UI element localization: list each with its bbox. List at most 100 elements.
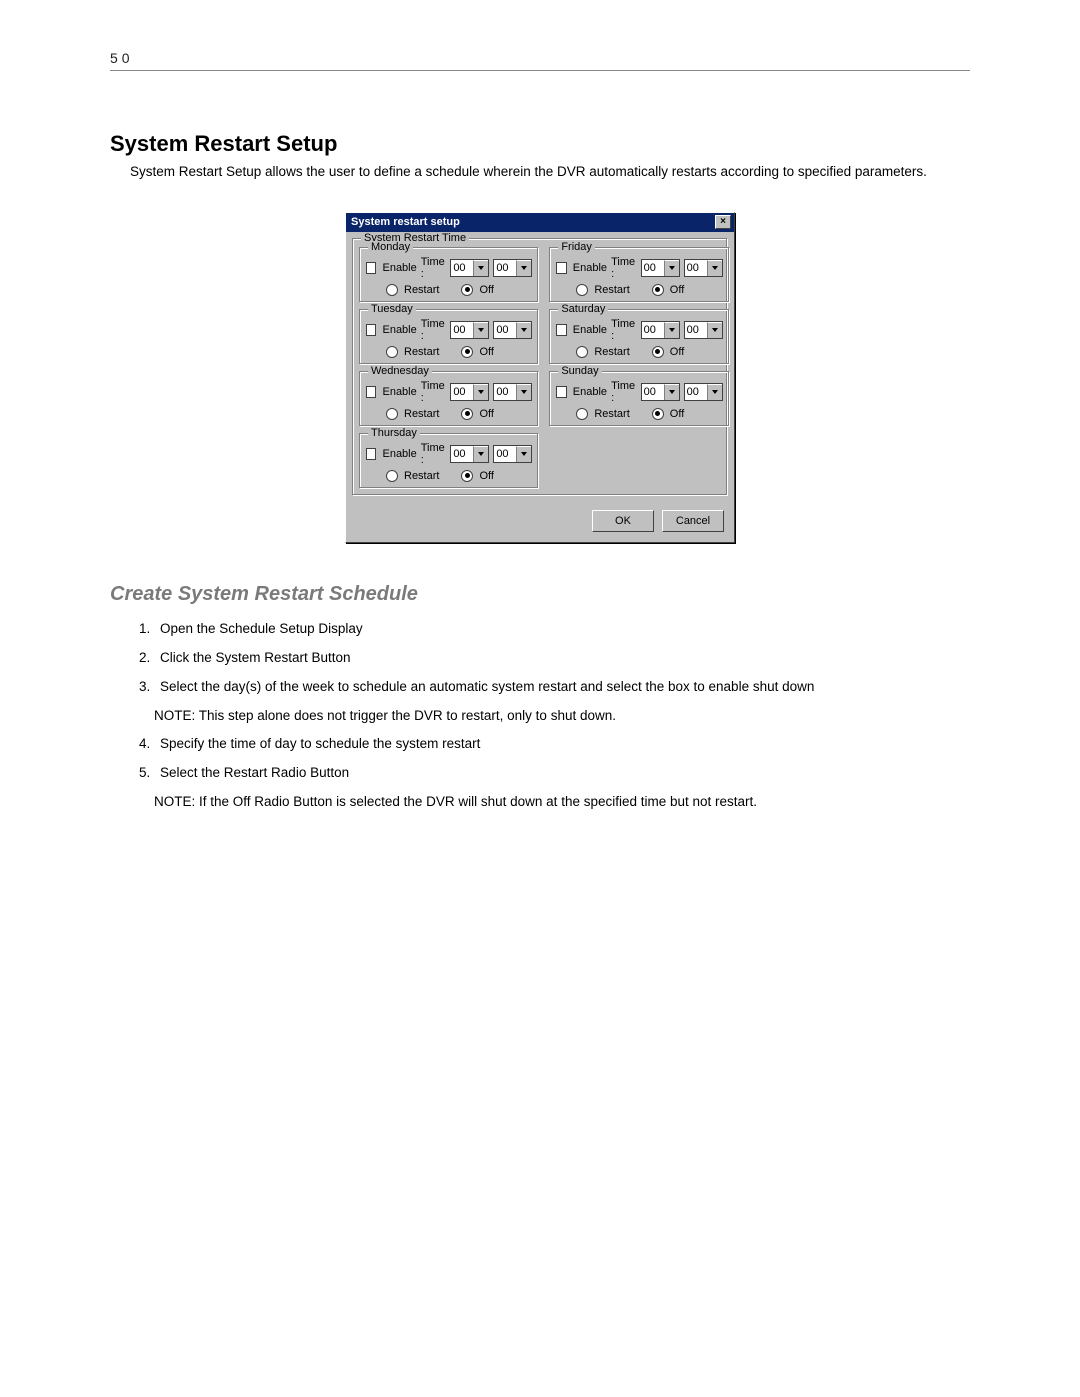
step-5: Select the Restart Radio Button bbox=[154, 764, 970, 783]
cancel-button[interactable]: Cancel bbox=[662, 510, 724, 532]
saturday-minute-select[interactable]: 00 bbox=[684, 321, 723, 339]
friday-off-label: Off bbox=[670, 284, 684, 296]
saturday-enable-checkbox[interactable] bbox=[556, 324, 566, 336]
day-thursday: Thursday Enable Time : 00 00 Restart bbox=[359, 433, 539, 489]
sunday-minute-select[interactable]: 00 bbox=[684, 383, 723, 401]
tuesday-time-label: Time : bbox=[421, 318, 447, 342]
wednesday-restart-radio[interactable] bbox=[386, 408, 398, 420]
monday-minute-select[interactable]: 00 bbox=[493, 259, 532, 277]
wednesday-minute-select[interactable]: 00 bbox=[493, 383, 532, 401]
sunday-off-label: Off bbox=[670, 408, 684, 420]
wednesday-hour-value: 00 bbox=[451, 384, 473, 400]
friday-restart-radio[interactable] bbox=[576, 284, 588, 296]
step-4: Specify the time of day to schedule the … bbox=[154, 735, 970, 754]
saturday-enable-label: Enable bbox=[573, 324, 607, 336]
page-number: 50 bbox=[110, 50, 970, 66]
wednesday-off-radio[interactable] bbox=[461, 408, 473, 420]
chevron-down-icon bbox=[664, 384, 679, 400]
step-1: Open the Schedule Setup Display bbox=[154, 620, 970, 639]
wednesday-hour-select[interactable]: 00 bbox=[450, 383, 489, 401]
dialog-titlebar: System restart setup × bbox=[346, 213, 734, 232]
thursday-restart-radio[interactable] bbox=[386, 470, 398, 482]
saturday-time-label: Time : bbox=[611, 318, 637, 342]
friday-enable-label: Enable bbox=[573, 262, 607, 274]
thursday-enable-label: Enable bbox=[382, 448, 416, 460]
sunday-time-label: Time : bbox=[611, 380, 637, 404]
thursday-off-radio[interactable] bbox=[461, 470, 473, 482]
chevron-down-icon bbox=[664, 260, 679, 276]
wednesday-enable-checkbox[interactable] bbox=[366, 386, 376, 398]
day-friday-legend: Friday bbox=[558, 241, 595, 253]
saturday-restart-label: Restart bbox=[594, 346, 629, 358]
tuesday-hour-select[interactable]: 00 bbox=[450, 321, 489, 339]
section-title: System Restart Setup bbox=[110, 131, 970, 157]
thursday-off-label: Off bbox=[479, 470, 493, 482]
thursday-hour-select[interactable]: 00 bbox=[450, 445, 489, 463]
step-3: Select the day(s) of the week to schedul… bbox=[154, 678, 970, 697]
sunday-restart-label: Restart bbox=[594, 408, 629, 420]
chevron-down-icon bbox=[473, 322, 488, 338]
ok-button[interactable]: OK bbox=[592, 510, 654, 532]
dialog-title: System restart setup bbox=[351, 216, 460, 228]
monday-restart-radio[interactable] bbox=[386, 284, 398, 296]
chevron-down-icon bbox=[707, 260, 722, 276]
tuesday-minute-select[interactable]: 00 bbox=[493, 321, 532, 339]
friday-hour-value: 00 bbox=[642, 260, 664, 276]
thursday-minute-value: 00 bbox=[494, 446, 516, 462]
sunday-enable-label: Enable bbox=[573, 386, 607, 398]
intro-text: System Restart Setup allows the user to … bbox=[130, 163, 970, 182]
thursday-enable-checkbox[interactable] bbox=[366, 448, 376, 460]
sunday-enable-checkbox[interactable] bbox=[556, 386, 566, 398]
note-2: NOTE: If the Off Radio Button is selecte… bbox=[154, 793, 970, 812]
saturday-hour-select[interactable]: 00 bbox=[641, 321, 680, 339]
friday-time-label: Time : bbox=[611, 256, 637, 280]
thursday-minute-select[interactable]: 00 bbox=[493, 445, 532, 463]
friday-off-radio[interactable] bbox=[652, 284, 664, 296]
tuesday-hour-value: 00 bbox=[451, 322, 473, 338]
close-button[interactable]: × bbox=[715, 215, 731, 229]
tuesday-minute-value: 00 bbox=[494, 322, 516, 338]
saturday-off-radio[interactable] bbox=[652, 346, 664, 358]
saturday-restart-radio[interactable] bbox=[576, 346, 588, 358]
day-saturday: Saturday Enable Time : 00 00 Restart bbox=[549, 309, 729, 365]
tuesday-off-label: Off bbox=[479, 346, 493, 358]
saturday-minute-value: 00 bbox=[685, 322, 707, 338]
day-tuesday: Tuesday Enable Time : 00 00 Restart bbox=[359, 309, 539, 365]
day-thursday-legend: Thursday bbox=[368, 427, 420, 439]
chevron-down-icon bbox=[473, 446, 488, 462]
monday-hour-select[interactable]: 00 bbox=[450, 259, 489, 277]
sunday-restart-radio[interactable] bbox=[576, 408, 588, 420]
chevron-down-icon bbox=[664, 322, 679, 338]
day-wednesday-legend: Wednesday bbox=[368, 365, 432, 377]
tuesday-enable-label: Enable bbox=[382, 324, 416, 336]
tuesday-off-radio[interactable] bbox=[461, 346, 473, 358]
chevron-down-icon bbox=[516, 260, 531, 276]
monday-off-radio[interactable] bbox=[461, 284, 473, 296]
saturday-hour-value: 00 bbox=[642, 322, 664, 338]
step-2: Click the System Restart Button bbox=[154, 649, 970, 668]
monday-time-label: Time : bbox=[421, 256, 447, 280]
system-restart-dialog: System restart setup × System Restart Ti… bbox=[345, 212, 735, 543]
day-saturday-legend: Saturday bbox=[558, 303, 608, 315]
header-rule bbox=[110, 70, 970, 71]
note-1: NOTE: This step alone does not trigger t… bbox=[154, 707, 970, 726]
thursday-hour-value: 00 bbox=[451, 446, 473, 462]
friday-enable-checkbox[interactable] bbox=[556, 262, 566, 274]
tuesday-restart-radio[interactable] bbox=[386, 346, 398, 358]
sunday-hour-select[interactable]: 00 bbox=[641, 383, 680, 401]
sunday-minute-value: 00 bbox=[685, 384, 707, 400]
subsection-title: Create System Restart Schedule bbox=[110, 583, 970, 606]
tuesday-restart-label: Restart bbox=[404, 346, 439, 358]
sunday-off-radio[interactable] bbox=[652, 408, 664, 420]
chevron-down-icon bbox=[516, 322, 531, 338]
monday-enable-checkbox[interactable] bbox=[366, 262, 376, 274]
friday-restart-label: Restart bbox=[594, 284, 629, 296]
day-sunday-legend: Sunday bbox=[558, 365, 601, 377]
tuesday-enable-checkbox[interactable] bbox=[366, 324, 376, 336]
day-sunday: Sunday Enable Time : 00 00 Restart bbox=[549, 371, 729, 427]
wednesday-minute-value: 00 bbox=[494, 384, 516, 400]
friday-hour-select[interactable]: 00 bbox=[641, 259, 680, 277]
monday-minute-value: 00 bbox=[494, 260, 516, 276]
friday-minute-select[interactable]: 00 bbox=[684, 259, 723, 277]
day-monday: Monday Enable Time : 00 00 Restart bbox=[359, 247, 539, 303]
